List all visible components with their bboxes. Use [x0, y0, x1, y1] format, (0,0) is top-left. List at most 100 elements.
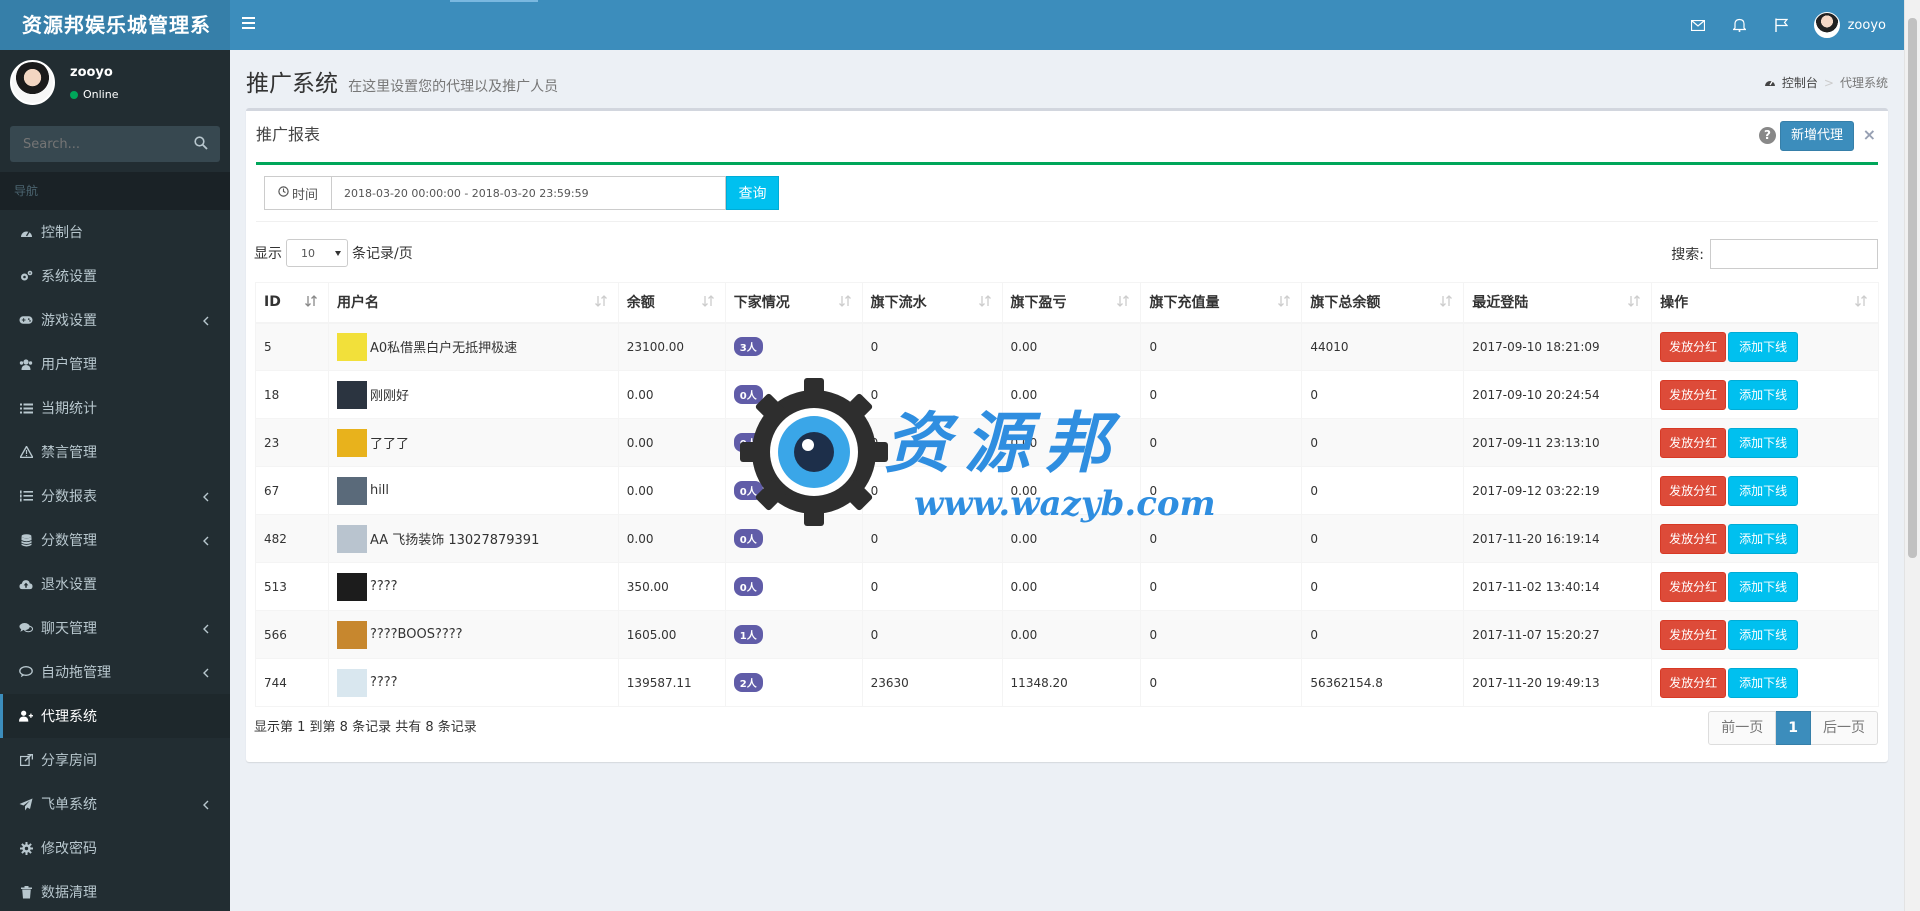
paper-plane-icon: [19, 797, 33, 811]
column-header[interactable]: 旗下充值量: [1140, 282, 1303, 324]
add-downline-button[interactable]: 添加下线: [1728, 379, 1799, 410]
cloud-upload-icon: [19, 577, 33, 591]
table-search-input[interactable]: [1710, 239, 1878, 269]
issue-dividend-button[interactable]: 发放分红: [1660, 523, 1727, 554]
add-downline-button[interactable]: 添加下线: [1728, 427, 1799, 458]
sort-icon[interactable]: [838, 295, 852, 310]
sidebar-item-11[interactable]: 代理系统: [0, 694, 230, 738]
sidebar-item-13[interactable]: 飞单系统: [0, 782, 230, 826]
sort-icon[interactable]: [978, 295, 992, 310]
column-header[interactable]: 用户名: [327, 282, 619, 324]
sidebar-item-9[interactable]: 聊天管理: [0, 606, 230, 650]
sidebar-item-7[interactable]: 分数管理: [0, 518, 230, 562]
column-header[interactable]: 旗下盈亏: [1001, 282, 1142, 324]
add-agent-button[interactable]: 新增代理: [1779, 121, 1854, 151]
sidebar-item-1[interactable]: 系统设置: [0, 254, 230, 298]
cell-downline: 2人: [724, 658, 863, 707]
online-dot-icon: [70, 90, 78, 99]
cell-total: 0: [1301, 610, 1465, 659]
search-icon[interactable]: [194, 136, 208, 150]
sort-icon[interactable]: [304, 295, 318, 310]
sort-icon[interactable]: [1116, 295, 1130, 310]
downline-badge[interactable]: 0人: [733, 385, 763, 404]
page-1-button[interactable]: 1: [1776, 711, 1811, 745]
downline-badge[interactable]: 1人: [733, 625, 763, 644]
downline-badge[interactable]: 0人: [733, 577, 763, 596]
column-header-label: 旗下总余额: [1310, 295, 1381, 312]
page-size-select[interactable]: 10: [286, 239, 348, 267]
table-row: 5 A0私借黑白户无抵押极速 23100.00 3人 0 0.00 0 44010 2017-0…: [255, 322, 1879, 371]
next-page-button[interactable]: 后一页: [1811, 711, 1878, 745]
downline-badge[interactable]: 3人: [733, 337, 763, 357]
sidebar-item-14[interactable]: 修改密码: [0, 826, 230, 870]
chevron-left-icon: [202, 490, 210, 502]
issue-dividend-button[interactable]: 发放分红: [1660, 427, 1727, 458]
page-scrollbar[interactable]: [1904, 0, 1920, 911]
prev-page-button[interactable]: 前一页: [1708, 711, 1777, 745]
sidebar-item-5[interactable]: 禁言管理: [0, 430, 230, 474]
downline-badge[interactable]: 0人: [733, 529, 763, 548]
add-downline-button[interactable]: 添加下线: [1728, 571, 1799, 602]
column-header[interactable]: 旗下总余额: [1301, 282, 1465, 324]
sidebar-item-15[interactable]: 数据清理: [0, 870, 230, 911]
bell-icon[interactable]: [1730, 15, 1750, 35]
date-range-input[interactable]: 2018-03-20 00:00:00 - 2018-03-20 23:59:5…: [332, 176, 726, 210]
add-downline-button[interactable]: 添加下线: [1728, 523, 1799, 554]
sidebar-item-label: 禁言管理: [41, 445, 97, 461]
sidebar-item-12[interactable]: 分享房间: [0, 738, 230, 782]
sidebar-item-0[interactable]: 控制台: [0, 210, 230, 254]
sort-icon[interactable]: [1277, 295, 1291, 310]
cell-name: 了了了: [327, 418, 619, 467]
sort-icon[interactable]: [1439, 295, 1453, 310]
cell-flow: 23630: [861, 658, 1003, 707]
column-header[interactable]: 余额: [617, 282, 726, 324]
close-icon[interactable]: ×: [1863, 125, 1876, 144]
downline-badge[interactable]: 2人: [733, 673, 763, 692]
breadcrumb-home[interactable]: 控制台: [1782, 74, 1818, 91]
cell-last_login: 2017-11-07 15:20:27: [1463, 610, 1653, 659]
column-header[interactable]: 旗下流水: [861, 282, 1003, 324]
sort-icon[interactable]: [1627, 295, 1641, 310]
issue-dividend-button[interactable]: 发放分红: [1660, 619, 1727, 650]
downline-badge[interactable]: 0人: [733, 433, 763, 452]
sidebar-item-10[interactable]: 自动拖管理: [0, 650, 230, 694]
sidebar-item-label: 修改密码: [41, 841, 97, 857]
top-accent-bar: [450, 0, 538, 2]
column-header[interactable]: 最近登陆: [1463, 282, 1653, 324]
user-menu[interactable]: zooyo: [1813, 12, 1886, 38]
sidebar-item-4[interactable]: 当期统计: [0, 386, 230, 430]
sidebar-item-8[interactable]: 退水设置: [0, 562, 230, 606]
sidebar-item-3[interactable]: 用户管理: [0, 342, 230, 386]
sort-icon[interactable]: [594, 295, 608, 310]
issue-dividend-button[interactable]: 发放分红: [1660, 379, 1727, 410]
scrollbar-thumb[interactable]: [1908, 18, 1917, 558]
query-button[interactable]: 查询: [726, 176, 779, 210]
sidebar-item-2[interactable]: 游戏设置: [0, 298, 230, 342]
flag-icon[interactable]: [1772, 15, 1792, 35]
add-downline-button[interactable]: 添加下线: [1728, 619, 1799, 650]
column-header[interactable]: 下家情况: [724, 282, 863, 324]
sidebar-item-6[interactable]: 分数报表: [0, 474, 230, 518]
sort-icon[interactable]: [701, 295, 715, 310]
add-downline-button[interactable]: 添加下线: [1728, 331, 1799, 362]
menu-toggle-icon[interactable]: [242, 14, 262, 34]
app-logo[interactable]: 资源邦娱乐城管理系: [0, 0, 230, 50]
envelope-icon[interactable]: [1688, 15, 1708, 35]
issue-dividend-button[interactable]: 发放分红: [1660, 331, 1727, 362]
cell-flow: 0: [861, 562, 1003, 611]
sidebar-search-input[interactable]: [10, 126, 180, 162]
question-circle-icon[interactable]: ?: [1759, 127, 1776, 144]
issue-dividend-button[interactable]: 发放分红: [1660, 571, 1727, 602]
user-avatar-thumb: [336, 524, 367, 553]
downline-badge[interactable]: 0人: [733, 481, 763, 500]
cell-flow: 0: [861, 610, 1003, 659]
add-downline-button[interactable]: 添加下线: [1728, 667, 1799, 698]
sidebar-search: [10, 126, 220, 162]
add-downline-button[interactable]: 添加下线: [1728, 475, 1799, 506]
user-avatar-thumb: [336, 668, 367, 697]
column-header[interactable]: 操作: [1651, 282, 1879, 324]
sort-icon[interactable]: [1854, 295, 1868, 310]
issue-dividend-button[interactable]: 发放分红: [1660, 667, 1727, 698]
issue-dividend-button[interactable]: 发放分红: [1660, 475, 1727, 506]
column-header[interactable]: ID: [255, 282, 329, 324]
